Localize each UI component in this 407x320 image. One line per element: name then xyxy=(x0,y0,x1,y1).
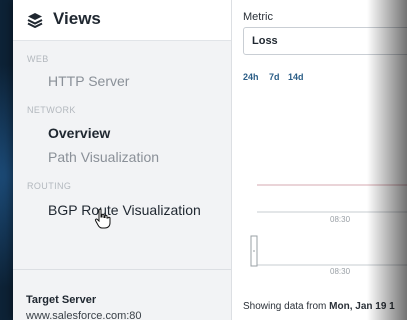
layers-icon xyxy=(27,13,43,28)
section-label-web: WEB xyxy=(27,54,49,64)
metric-select[interactable]: Loss xyxy=(243,27,407,55)
metric-label: Metric xyxy=(243,11,273,23)
sidebar-item-overview[interactable]: Overview xyxy=(48,125,110,141)
chart-x-tick-top: 08:30 xyxy=(330,215,351,224)
status-date: Mon, Jan 19 1 xyxy=(329,301,395,312)
sidebar-item-path-visualization[interactable]: Path Visualization xyxy=(48,149,159,165)
sidebar-item-bgp-route-visualization[interactable]: BGP Route Visualization xyxy=(48,202,201,218)
loss-chart xyxy=(250,184,407,267)
sidebar-title: Views xyxy=(53,9,101,28)
section-label-network: NETWORK xyxy=(27,105,76,115)
app-window: Views WEB HTTP Server NETWORK Overview P… xyxy=(13,0,407,320)
metric-select-value: Loss xyxy=(252,35,278,47)
main-content: Metric Loss 24h 7d 14d 08:30 08:30 Showi… xyxy=(232,0,407,320)
chart-x-tick-bottom: 08:30 xyxy=(330,267,351,276)
sidebar: Views WEB HTTP Server NETWORK Overview P… xyxy=(13,0,232,320)
status-line: Showing data from Mon, Jan 19 1 xyxy=(243,301,395,312)
status-prefix: Showing data from xyxy=(243,301,330,312)
target-server-panel: Target Server www.salesforce.com:80 xyxy=(13,269,231,320)
range-7d[interactable]: 7d xyxy=(269,72,280,82)
section-label-routing: ROUTING xyxy=(27,181,72,191)
hand-cursor-icon xyxy=(94,208,111,229)
target-server-label: Target Server xyxy=(26,294,97,306)
target-server-value: www.salesforce.com:80 xyxy=(26,310,142,320)
range-24h[interactable]: 24h xyxy=(243,72,259,82)
sidebar-header: Views xyxy=(13,0,231,41)
range-14d[interactable]: 14d xyxy=(288,72,304,82)
sidebar-item-http-server[interactable]: HTTP Server xyxy=(48,73,129,89)
